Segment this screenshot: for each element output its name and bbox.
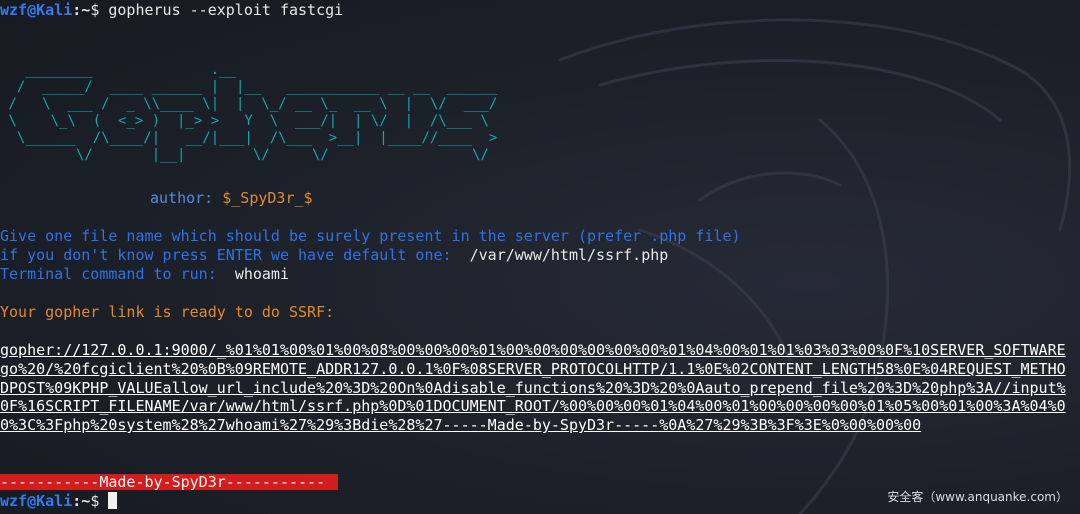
gopher-link[interactable]: gopher://127.0.0.1:9000/_%01%01%00%01%00… <box>0 341 1072 435</box>
prompt-path-2: ~ <box>81 492 91 510</box>
prompt-separator-2: : <box>72 492 82 510</box>
prompt-user-host-2: wzf@Kali <box>0 492 73 510</box>
command-text: gopherus --exploit fastcgi <box>108 1 344 19</box>
default-file-value: /var/www/html/ssrf.php <box>469 246 669 264</box>
made-by-banner: -----------Made-by-SpyD3r----------- <box>0 474 338 490</box>
default-line: if you don't know press ENTER we have de… <box>0 246 668 265</box>
gopherus-ascii-banner: ________ .__ / _____/ ____ ______ | |__ … <box>8 62 498 163</box>
prompt-line-top: wzf@Kali:~$ gopherus --exploit fastcgi <box>0 1 343 20</box>
author-label: author: <box>150 189 214 207</box>
prompt-dollar: $ <box>90 1 100 19</box>
ready-message: Your gopher link is ready to do SSRF: <box>0 303 335 321</box>
prompt-dollar-2: $ <box>90 492 100 510</box>
text-cursor <box>108 492 118 509</box>
author-value: $_SpyD3r_$ <box>222 189 313 207</box>
author-line: author: $_SpyD3r_$ <box>150 189 313 208</box>
terminal-window[interactable]: wzf@Kali:~$ gopherus --exploit fastcgi _… <box>0 0 1080 514</box>
prompt-line-bottom[interactable]: wzf@Kali:~$ <box>0 492 118 511</box>
command-question: Terminal command to run: <box>0 265 217 283</box>
default-question: if you don't know press ENTER we have de… <box>0 246 452 264</box>
file-question: Give one file name which should be surel… <box>0 227 741 245</box>
command-value: whoami <box>234 265 289 283</box>
command-line: Terminal command to run: whoami <box>0 265 289 284</box>
prompt-path: ~ <box>81 1 91 19</box>
prompt-user-host: wzf@Kali <box>0 1 73 19</box>
prompt-separator: : <box>72 1 82 19</box>
site-watermark: 安全客（www.anquanke.com） <box>887 490 1068 504</box>
